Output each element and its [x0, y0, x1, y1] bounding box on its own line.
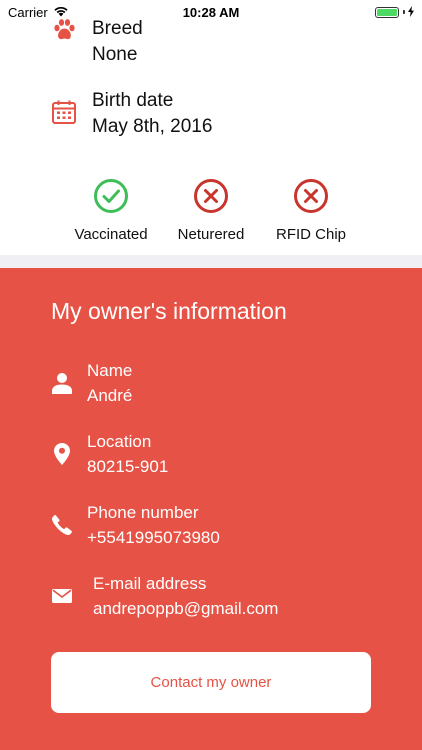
owner-email-row: E-mail address andrepoppb@gmail.com [51, 571, 278, 621]
owner-email-value: andrepoppb@gmail.com [93, 599, 279, 618]
birth-date-label: Birth date [92, 90, 174, 111]
breed-value: None [92, 44, 138, 65]
owner-location-row: Location 80215-901 [51, 429, 168, 479]
badge-neutered: Neturered [156, 178, 266, 243]
battery-icon [375, 6, 399, 18]
battery-tip [403, 10, 405, 14]
status-right [375, 5, 414, 20]
owner-location-label: Location [87, 432, 152, 451]
status-badges: Vaccinated Neturered RFID Chip [0, 178, 422, 248]
owner-title: My owner's information [51, 298, 287, 324]
birth-date-value: May 8th, 2016 [92, 116, 213, 137]
owner-name-row: Name André [51, 358, 132, 408]
owner-phone-value: +5541995073980 [87, 528, 220, 547]
badge-label-neutered: Neturered [177, 226, 245, 243]
owner-location-value: 80215-901 [87, 457, 169, 476]
x-circle-icon [293, 178, 329, 214]
breed-label: Breed [92, 18, 143, 39]
charging-bolt-icon [408, 5, 414, 20]
owner-phone-label: Phone number [87, 503, 199, 522]
check-circle-icon [93, 178, 129, 214]
section-divider [0, 255, 422, 268]
calendar-icon [50, 98, 78, 126]
x-circle-icon [193, 178, 229, 214]
location-pin-icon [51, 443, 73, 465]
badge-vaccinated: Vaccinated [56, 178, 166, 243]
owner-name-label: Name [87, 361, 133, 380]
carrier-label: Carrier [8, 4, 48, 20]
contact-owner-button[interactable]: Contact my owner [51, 652, 371, 713]
owner-panel: My owner's information Name André Locati… [0, 268, 422, 750]
birth-date-row: Birth date May 8th, 2016 [50, 88, 212, 140]
phone-icon [51, 514, 73, 536]
person-icon [51, 372, 73, 394]
badge-label-vaccinated: Vaccinated [74, 226, 148, 243]
owner-email-label: E-mail address [93, 574, 207, 593]
mail-icon [51, 585, 73, 607]
badge-label-rfid-chip: RFID Chip [275, 226, 346, 243]
owner-name-value: André [87, 386, 133, 405]
badge-rfid-chip: RFID Chip [256, 178, 366, 243]
breed-row: Breed None [50, 16, 143, 68]
paw-icon [50, 16, 78, 44]
owner-phone-row: Phone number +5541995073980 [51, 500, 220, 550]
